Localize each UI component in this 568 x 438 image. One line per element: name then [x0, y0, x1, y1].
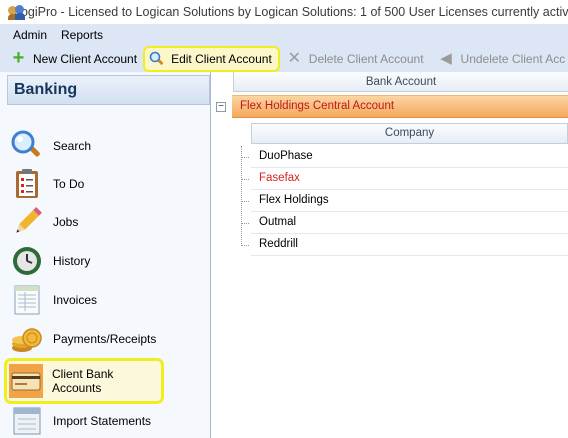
sidebar-item-label: Search [53, 139, 92, 153]
undelete-client-account-button[interactable]: ◀ Undelete Client Acc [434, 48, 568, 70]
history-icon [10, 244, 44, 278]
company-row[interactable]: Reddrill [251, 234, 568, 256]
sidebar-item-label: History [53, 254, 91, 268]
tree-connector [241, 146, 242, 246]
edit-magnifier-icon [148, 50, 165, 67]
toolbar: + New Client Account Edit Client Account… [0, 45, 568, 72]
sidebar-item-label: Invoices [53, 293, 98, 307]
edit-client-account-label: Edit Client Account [171, 51, 272, 66]
sidebar-item-label: Jobs [53, 215, 79, 229]
sidebar-item-payments-receipts[interactable]: Payments/Receipts [7, 320, 207, 358]
sidebar-item-label: To Do [53, 177, 85, 191]
pencil-icon [10, 205, 44, 239]
title-bar: LogiPro - Licensed to Logican Solutions … [0, 0, 568, 24]
menu-bar: Admin Reports [0, 24, 568, 45]
import-statements-icon [10, 404, 44, 438]
group-row-label: Flex Holdings Central Account [240, 100, 395, 112]
sidebar-item-label: Import Statements [53, 414, 152, 428]
tree-connector [241, 245, 249, 246]
menu-admin[interactable]: Admin [0, 28, 54, 42]
collapse-group-toggle[interactable]: − [216, 102, 226, 112]
new-client-account-label: New Client Account [33, 51, 138, 66]
tree-connector [241, 223, 249, 224]
search-icon [10, 129, 44, 163]
group-row-bank-account[interactable]: Flex Holdings Central Account [232, 95, 568, 118]
delete-x-icon: ✕ [287, 50, 301, 67]
edit-client-account-button[interactable]: Edit Client Account [143, 45, 280, 72]
sidebar-item-to-do[interactable]: To Do [7, 165, 207, 203]
client-bank-accounts-grid: Bank Account − Flex Holdings Central Acc… [212, 72, 568, 438]
sidebar-item-jobs[interactable]: Jobs [7, 203, 207, 241]
company-row[interactable]: Fasefax [251, 168, 568, 190]
collapse-minus-icon: − [218, 101, 224, 112]
sidebar-item-history[interactable]: History [7, 242, 207, 280]
column-header-company[interactable]: Company [251, 123, 568, 144]
sidebar-item-client-bank-accounts[interactable]: Client Bank Accounts [4, 358, 164, 404]
company-row[interactable]: Outmal [251, 212, 568, 234]
sidebar-item-invoices[interactable]: Invoices [7, 281, 207, 319]
tree-connector [241, 179, 249, 180]
tree-connector [241, 157, 249, 158]
menu-reports[interactable]: Reports [54, 28, 110, 42]
column-header-bank-account[interactable]: Bank Account [233, 72, 568, 92]
window-title: LogiPro - Licensed to Logican Solutions … [14, 5, 568, 19]
sidebar-header: Banking [7, 75, 210, 105]
undelete-client-account-label: Undelete Client Acc [460, 51, 566, 66]
company-row[interactable]: Flex Holdings [251, 190, 568, 212]
company-row[interactable]: DuoPhase [251, 146, 568, 168]
new-client-account-button[interactable]: + New Client Account [6, 48, 141, 70]
delete-client-account-button[interactable]: ✕ Delete Client Account [282, 48, 428, 70]
sidebar-item-label: Payments/Receipts [53, 332, 157, 346]
tree-connector [241, 201, 249, 202]
delete-client-account-label: Delete Client Account [308, 51, 424, 66]
plus-icon: + [12, 47, 25, 69]
coins-icon [10, 322, 44, 356]
sidebar-item-import-statements[interactable]: Import Statements [7, 402, 207, 438]
sidebar-item-label: Client Bank Accounts [52, 367, 114, 395]
navigation-sidebar: Banking Search To Do Jobs History Invoic… [0, 72, 211, 438]
undo-arrow-icon: ◀ [440, 50, 452, 67]
todo-clipboard-icon [10, 167, 44, 201]
invoice-sheet-icon [10, 283, 44, 317]
sidebar-item-search[interactable]: Search [7, 127, 207, 165]
credit-card-icon [9, 364, 43, 398]
